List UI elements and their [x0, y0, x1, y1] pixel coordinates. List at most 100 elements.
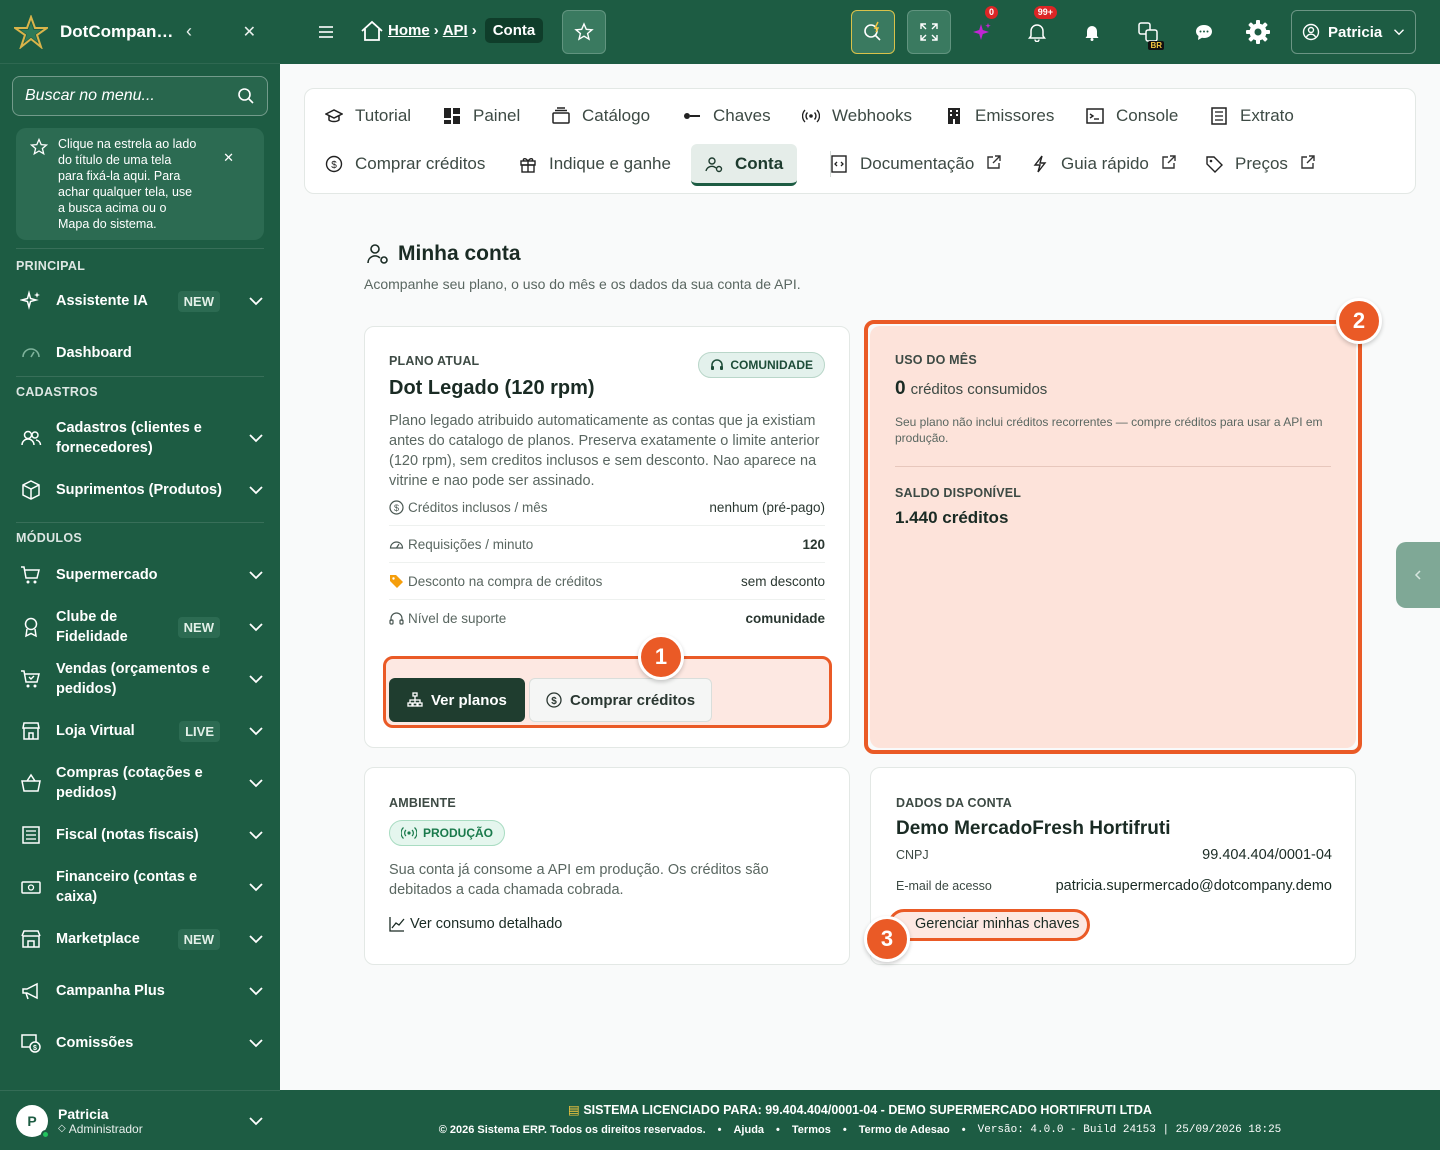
language-button[interactable]: BR [1126, 10, 1170, 54]
tab-webhooks[interactable]: Webhooks [802, 98, 912, 134]
cnpj-label: CNPJ [896, 848, 929, 862]
tab-tutorial[interactable]: Tutorial [325, 98, 411, 134]
home-icon[interactable] [360, 19, 384, 43]
sidebar-item-dashboard[interactable]: Dashboard [0, 340, 280, 366]
plan-detail-key: Nível de suporte [408, 611, 507, 626]
sidebar-item-label: Loja Virtual [56, 723, 135, 739]
tab-indique-e-ganhe[interactable]: Indique e ganhe [519, 146, 671, 182]
chevron-down-icon[interactable] [248, 671, 264, 687]
footer: ▤ SISTEMA LICENCIADO PARA: 99.404.404/00… [280, 1090, 1440, 1150]
collapse-sidebar-icon[interactable]: ‹ [186, 21, 192, 42]
shield-icon: ◇ [58, 1123, 66, 1134]
sidebar-item-campanha-plus[interactable]: Campanha Plus [0, 977, 280, 1005]
chevron-down-icon[interactable] [248, 827, 264, 843]
tab-extrato[interactable]: Extrato [1210, 98, 1294, 134]
chevron-down-icon[interactable] [248, 1035, 264, 1051]
terminal-icon [1086, 107, 1104, 125]
smart-search-button[interactable] [851, 10, 895, 54]
tab-conta[interactable]: Conta [691, 144, 798, 186]
catalog-icon [552, 107, 570, 125]
view-plans-button[interactable]: Ver planos [389, 678, 525, 722]
chevron-down-icon[interactable] [248, 293, 264, 309]
sidebar-user[interactable]: P Patricia ◇ Administrador [0, 1090, 280, 1150]
chevron-down-icon[interactable] [248, 983, 264, 999]
alerts-button[interactable] [1070, 10, 1114, 54]
menu-icon[interactable] [318, 22, 334, 42]
footer-link-termo-adesao[interactable]: Termo de Adesao [859, 1124, 950, 1136]
sidebar-item-compras[interactable]: Compras (cotações e pedidos) [0, 763, 280, 803]
tab-chaves[interactable]: Chaves [683, 98, 771, 134]
breadcrumb-api[interactable]: API [443, 22, 468, 39]
new-badge: NEW [177, 290, 220, 312]
user-name: Patricia [58, 1105, 109, 1122]
sidebar-item-loja-virtual[interactable]: Loja Virtual LIVE [0, 717, 280, 745]
breadcrumb-home[interactable]: Home [388, 22, 430, 39]
chevron-down-icon[interactable] [248, 1113, 264, 1129]
settings-button[interactable] [1236, 10, 1280, 54]
section-cadastros: CADASTROS [16, 385, 98, 399]
translate-icon [1138, 22, 1158, 42]
support-badge: COMUNIDADE [698, 352, 825, 378]
tab-console[interactable]: Console [1086, 98, 1178, 134]
chevron-down-icon[interactable] [248, 482, 264, 498]
sidebar-item-suprimentos[interactable]: Suprimentos (Produtos) [0, 476, 280, 504]
search-icon[interactable] [237, 87, 255, 105]
manage-keys-link[interactable]: Gerenciar minhas chaves [915, 916, 1079, 932]
tab-label: Comprar créditos [355, 154, 486, 173]
sidebar-item-clube-fidelidade[interactable]: Clube de Fidelidade NEW [0, 607, 280, 647]
footer-link-ajuda[interactable]: Ajuda [733, 1124, 764, 1136]
sidebar-item-comissoes[interactable]: $ Comissões [0, 1029, 280, 1057]
sidebar-item-cadastros[interactable]: Cadastros (clientes e fornecedores) [0, 418, 280, 458]
ai-notifications-button[interactable]: 0 [960, 6, 1004, 54]
sidebar-item-label: Suprimentos (Produtos) [56, 482, 222, 498]
code-file-icon [830, 155, 848, 173]
tab-comprar-creditos[interactable]: $ Comprar créditos [325, 146, 485, 182]
detailed-usage-link[interactable]: Ver consumo detalhado [389, 916, 562, 932]
chevron-down-icon[interactable] [248, 567, 264, 583]
chevron-down-icon[interactable] [248, 931, 264, 947]
gift-icon [519, 155, 537, 173]
tab-emissores[interactable]: Emissores [945, 98, 1054, 134]
star-outline-icon [30, 138, 48, 156]
plan-detail-row: Requisições / minuto 120 [389, 526, 825, 563]
buy-credits-button[interactable]: $ Comprar créditos [529, 678, 713, 722]
chevron-down-icon[interactable] [248, 723, 264, 739]
user-menu-label: Patricia [1328, 23, 1383, 41]
sitemap-icon [407, 692, 423, 707]
tab-precos[interactable]: Preços [1205, 146, 1316, 182]
close-tip-icon[interactable]: ✕ [223, 150, 234, 166]
sidebar-item-vendas[interactable]: Vendas (orçamentos e pedidos) [0, 659, 280, 699]
notifications-button[interactable]: 99+ [1015, 6, 1059, 54]
chat-button[interactable] [1182, 10, 1226, 54]
user-menu-button[interactable]: Patricia [1291, 10, 1416, 54]
tab-painel[interactable]: Painel [443, 98, 520, 134]
chevron-down-icon[interactable] [248, 619, 264, 635]
divider [895, 466, 1331, 467]
chevron-down-icon[interactable] [248, 775, 264, 791]
favorite-button[interactable] [562, 10, 606, 54]
close-sidebar-icon[interactable]: ✕ [243, 22, 256, 42]
sparkle-icon [20, 290, 42, 312]
tab-catalogo[interactable]: Catálogo [552, 98, 650, 134]
footer-link-termos[interactable]: Termos [792, 1124, 831, 1136]
main-content: Tutorial Painel Catálogo Chaves Webhooks… [280, 64, 1440, 1090]
sidebar-item-assistente-ia[interactable]: Assistente IA NEW [0, 286, 280, 316]
sidebar-item-financeiro[interactable]: Financeiro (contas e caixa) [0, 867, 280, 907]
sidebar-item-supermercado[interactable]: Supermercado [0, 561, 280, 589]
tab-documentacao[interactable]: Documentação [830, 146, 1002, 182]
tab-label: Chaves [713, 106, 771, 125]
chevron-down-icon[interactable] [248, 430, 264, 446]
svg-text:$: $ [33, 1045, 37, 1052]
dashboard-icon [443, 107, 461, 125]
fullscreen-button[interactable] [907, 10, 951, 54]
side-panel-handle[interactable] [1396, 542, 1440, 608]
sidebar-search-input[interactable] [25, 87, 237, 105]
commission-icon: $ [20, 1032, 42, 1054]
sidebar-item-fiscal[interactable]: Fiscal (notas fiscais) [0, 821, 280, 849]
sidebar-item-marketplace[interactable]: Marketplace NEW [0, 925, 280, 953]
divider [16, 376, 264, 377]
box-icon [20, 479, 42, 501]
tab-guia-rapido[interactable]: Guia rápido [1031, 146, 1177, 182]
footer-links: © 2026 Sistema ERP. Todos os direitos re… [438, 1124, 1282, 1136]
chevron-down-icon[interactable] [248, 879, 264, 895]
